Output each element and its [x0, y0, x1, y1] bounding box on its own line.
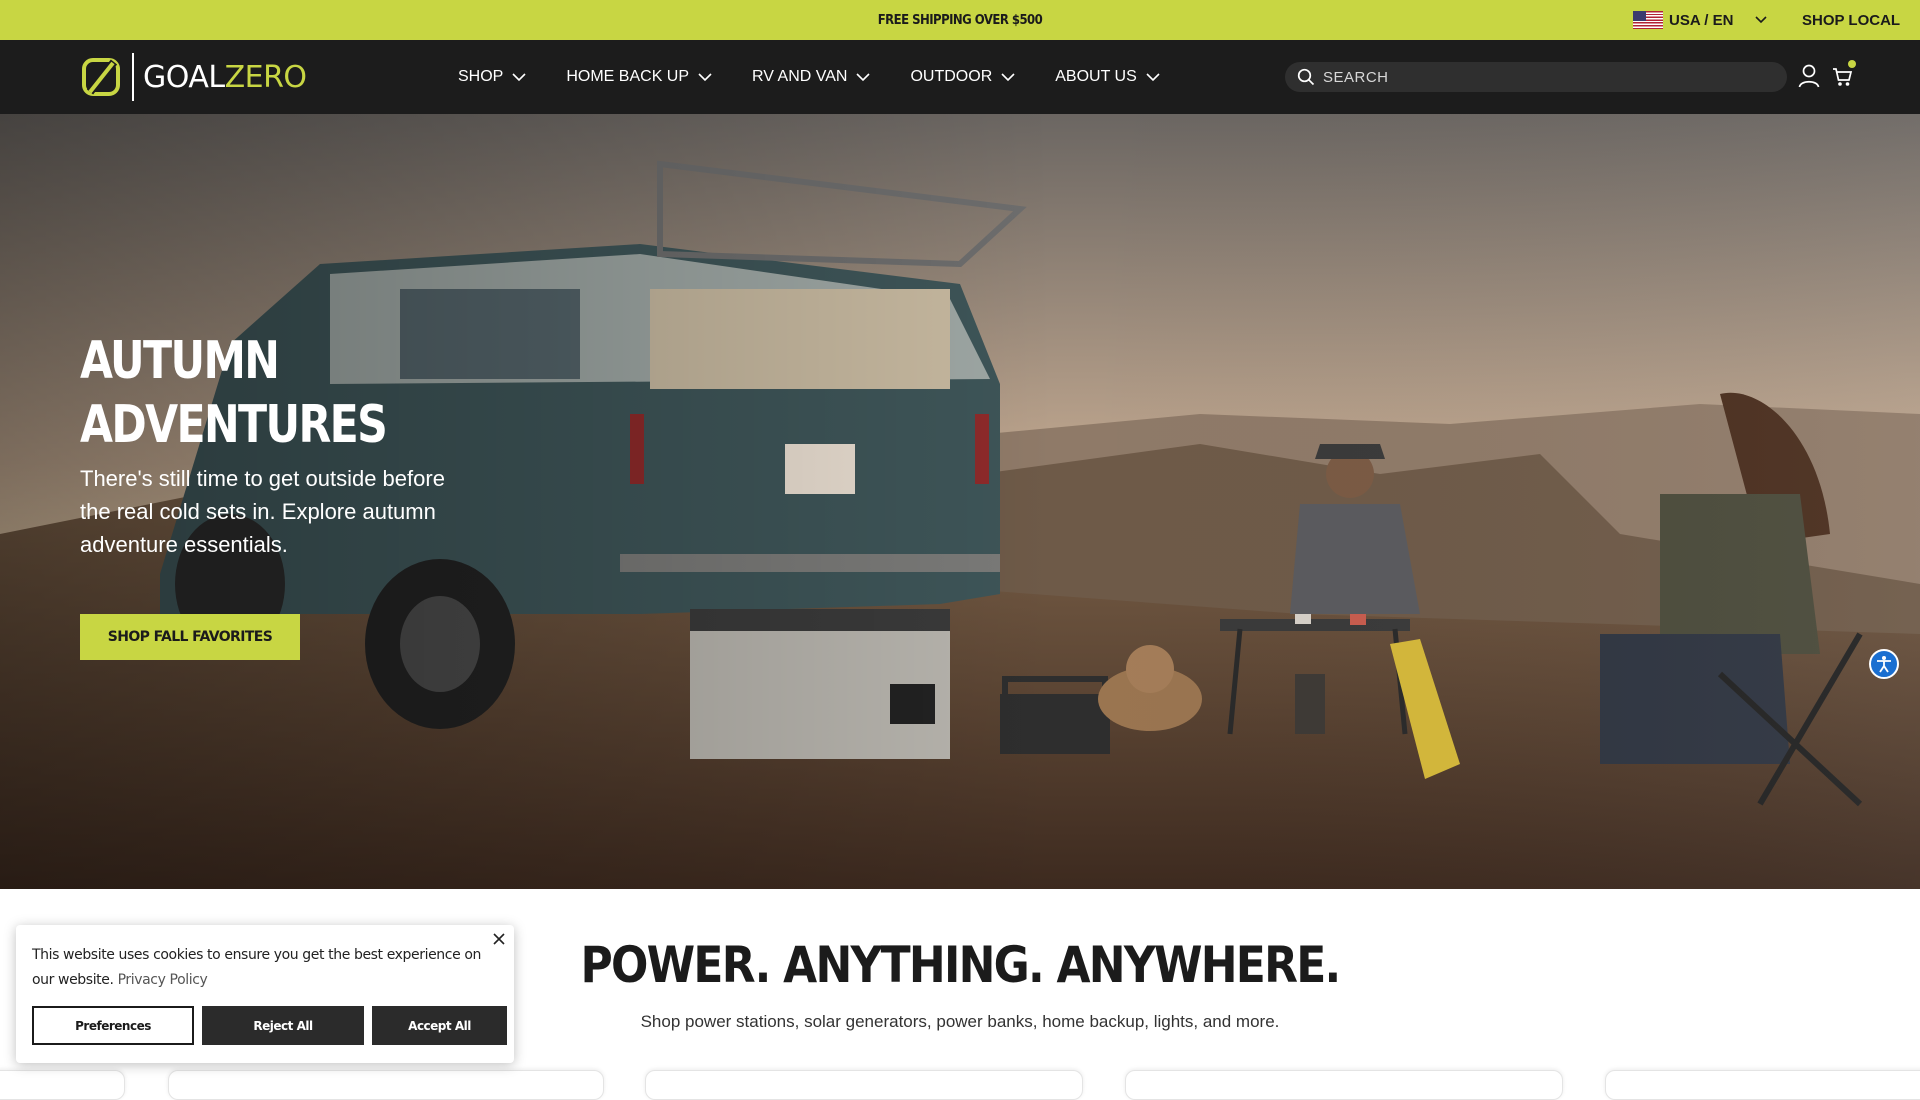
announcement-bar: FREE SHIPPING OVER $500 USA / EN SHOP LO… [0, 0, 1920, 40]
chevron-down-icon [1001, 72, 1015, 81]
product-card[interactable] [1125, 1070, 1563, 1100]
privacy-policy-link[interactable]: Privacy Policy [118, 972, 208, 988]
locale-label: USA / EN [1669, 11, 1734, 29]
cookie-message: This website uses cookies to ensure you … [32, 947, 481, 988]
hero-description: There's still time to get outside before… [80, 466, 445, 557]
search-input[interactable] [1323, 68, 1763, 86]
nav-shop[interactable]: SHOP [458, 68, 526, 86]
cookie-actions: Preferences Reject All Accept All [32, 1006, 507, 1045]
nav-label: OUTDOOR [910, 68, 993, 85]
preferences-button[interactable]: Preferences [32, 1006, 194, 1045]
locale-selector[interactable]: USA / EN [1633, 0, 1768, 40]
shop-fall-favorites-button[interactable]: SHOP FALL FAVORITES [80, 614, 300, 660]
chevron-down-icon [512, 72, 526, 81]
nav-rv-and-van[interactable]: RV AND VAN [752, 68, 871, 86]
accessibility-button[interactable] [1869, 649, 1899, 679]
chevron-down-icon [1146, 72, 1160, 81]
nav-label: ABOUT US [1055, 68, 1137, 85]
product-card[interactable] [168, 1070, 604, 1100]
cart-button[interactable] [1832, 60, 1856, 93]
free-shipping-promo: FREE SHIPPING OVER $500 [877, 13, 1043, 28]
hero-title: AUTUMN ADVENTURES [80, 331, 388, 455]
main-nav: SHOP HOME BACK UP RV AND VAN OUTDOOR ABO… [458, 40, 1200, 114]
cookie-banner: This website uses cookies to ensure you … [16, 925, 514, 1063]
product-card[interactable] [645, 1070, 1083, 1100]
nav-about-us[interactable]: ABOUT US [1055, 68, 1160, 86]
product-card[interactable] [1605, 1070, 1920, 1100]
cart-icon [1833, 68, 1853, 86]
hero-banner: AUTUMN ADVENTURES There's still time to g… [0, 114, 1920, 889]
account-icon[interactable] [1798, 64, 1820, 88]
logo-wordmark: GOALZERO [143, 59, 307, 95]
product-card[interactable] [0, 1070, 125, 1100]
nav-home-back-up[interactable]: HOME BACK UP [566, 68, 712, 86]
nav-outdoor[interactable]: OUTDOOR [910, 68, 1015, 86]
chevron-down-icon [856, 72, 871, 81]
site-header: GOALZERO SHOP HOME BACK UP RV AND VAN OU… [0, 40, 1920, 114]
us-flag-icon [1633, 11, 1663, 29]
cart-indicator-dot [1848, 60, 1856, 68]
accessibility-icon [1877, 656, 1891, 673]
goal-zero-mark-icon [82, 58, 120, 96]
search-bar[interactable] [1285, 62, 1787, 92]
goal-zero-logo[interactable]: GOALZERO [80, 53, 307, 101]
shop-local-link[interactable]: SHOP LOCAL [1802, 0, 1900, 40]
nav-label: HOME BACK UP [566, 68, 690, 85]
search-icon [1297, 68, 1315, 86]
nav-label: RV AND VAN [752, 68, 848, 85]
nav-label: SHOP [458, 68, 504, 85]
reject-all-button[interactable]: Reject All [202, 1006, 364, 1045]
accept-all-button[interactable]: Accept All [372, 1006, 507, 1045]
chevron-down-icon [698, 72, 712, 81]
logo-divider [132, 53, 134, 101]
chevron-down-icon [1755, 16, 1768, 24]
